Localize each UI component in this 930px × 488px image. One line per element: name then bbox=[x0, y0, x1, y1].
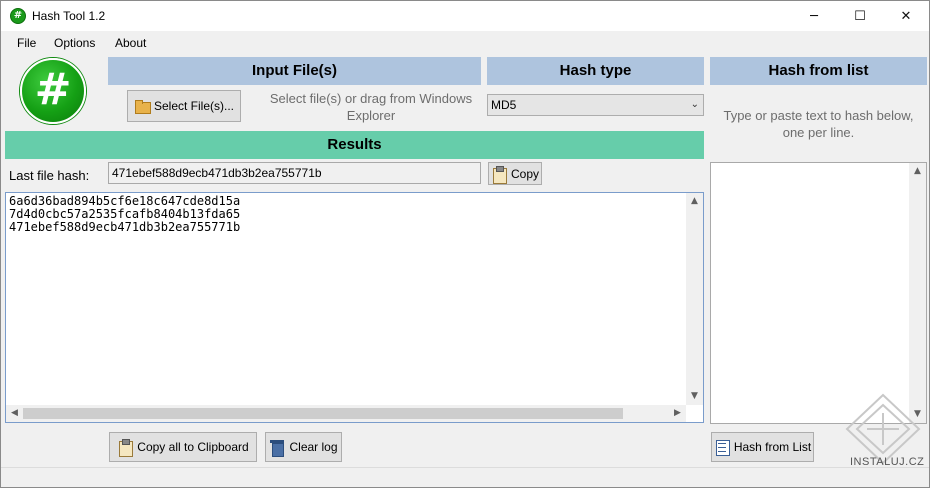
copy-button[interactable]: Copy bbox=[488, 162, 542, 185]
horizontal-scroll-thumb[interactable] bbox=[23, 408, 623, 419]
app-window: # Hash Tool 1.2 ─ ☐ ✕ File Options About… bbox=[0, 0, 930, 488]
hash-from-list-button[interactable]: Hash from List bbox=[711, 432, 814, 462]
menu-bar: File Options About bbox=[1, 31, 929, 53]
input-files-header: Input File(s) bbox=[108, 57, 481, 85]
folder-icon bbox=[134, 98, 151, 114]
minimize-button[interactable]: ─ bbox=[791, 1, 837, 31]
menu-options[interactable]: Options bbox=[54, 36, 95, 50]
select-files-label: Select File(s)... bbox=[153, 99, 234, 113]
app-icon: # bbox=[10, 8, 26, 24]
list-vertical-scrollbar[interactable]: ▲ ▼ bbox=[909, 163, 926, 423]
maximize-button[interactable]: ☐ bbox=[837, 1, 883, 31]
list-icon bbox=[714, 439, 730, 456]
scroll-down-icon[interactable]: ▼ bbox=[686, 388, 703, 405]
hash-from-list-label: Hash from List bbox=[733, 440, 812, 454]
hash-type-select[interactable]: MD5 ⌄ bbox=[487, 94, 704, 116]
copy-label: Copy bbox=[510, 166, 539, 181]
results-horizontal-scrollbar[interactable]: ◀ ▶ bbox=[6, 405, 686, 422]
clear-log-label: Clear log bbox=[289, 440, 338, 454]
list-scroll-up-icon[interactable]: ▲ bbox=[909, 163, 926, 180]
close-button[interactable]: ✕ bbox=[883, 1, 929, 31]
status-bar bbox=[1, 467, 929, 487]
hash-type-value: MD5 bbox=[491, 98, 517, 112]
window-title: Hash Tool 1.2 bbox=[32, 9, 106, 23]
menu-about[interactable]: About bbox=[115, 36, 146, 50]
last-file-hash-field[interactable]: 471ebef588d9ecb471db3b2ea755771b bbox=[108, 162, 481, 184]
hash-from-list-header: Hash from list bbox=[710, 57, 927, 85]
scroll-up-icon[interactable]: ▲ bbox=[686, 193, 703, 210]
menu-file[interactable]: File bbox=[17, 36, 36, 50]
scroll-left-icon[interactable]: ◀ bbox=[6, 405, 23, 422]
title-bar: # Hash Tool 1.2 ─ ☐ ✕ bbox=[1, 1, 929, 31]
hash-type-header: Hash type bbox=[487, 57, 704, 85]
input-files-hint: Select file(s) or drag from Windows Expl… bbox=[269, 91, 473, 123]
clipboard-icon bbox=[117, 439, 134, 457]
select-files-button[interactable]: Select File(s)... bbox=[127, 90, 241, 122]
results-log-text: 6a6d36bad894b5cf6e18c647cde8d15a 7d4d0cb… bbox=[9, 194, 241, 234]
trash-icon bbox=[269, 439, 285, 457]
scroll-right-icon[interactable]: ▶ bbox=[669, 405, 686, 422]
copy-all-button[interactable]: Copy all to Clipboard bbox=[109, 432, 257, 462]
clear-log-button[interactable]: Clear log bbox=[265, 432, 342, 462]
results-header: Results bbox=[5, 131, 704, 159]
copy-all-label: Copy all to Clipboard bbox=[137, 440, 249, 454]
hash-from-list-hint: Type or paste text to hash below, one pe… bbox=[723, 108, 914, 140]
clipboard-icon bbox=[491, 165, 507, 184]
chevron-down-icon: ⌄ bbox=[690, 99, 699, 110]
results-log[interactable]: 6a6d36bad894b5cf6e18c647cde8d15a 7d4d0cb… bbox=[5, 192, 704, 423]
hash-logo-icon: # bbox=[20, 58, 86, 124]
last-file-hash-label: Last file hash: bbox=[9, 168, 90, 183]
results-vertical-scrollbar[interactable]: ▲ ▼ bbox=[686, 193, 703, 405]
hash-list-input[interactable]: ▲ ▼ bbox=[710, 162, 927, 424]
